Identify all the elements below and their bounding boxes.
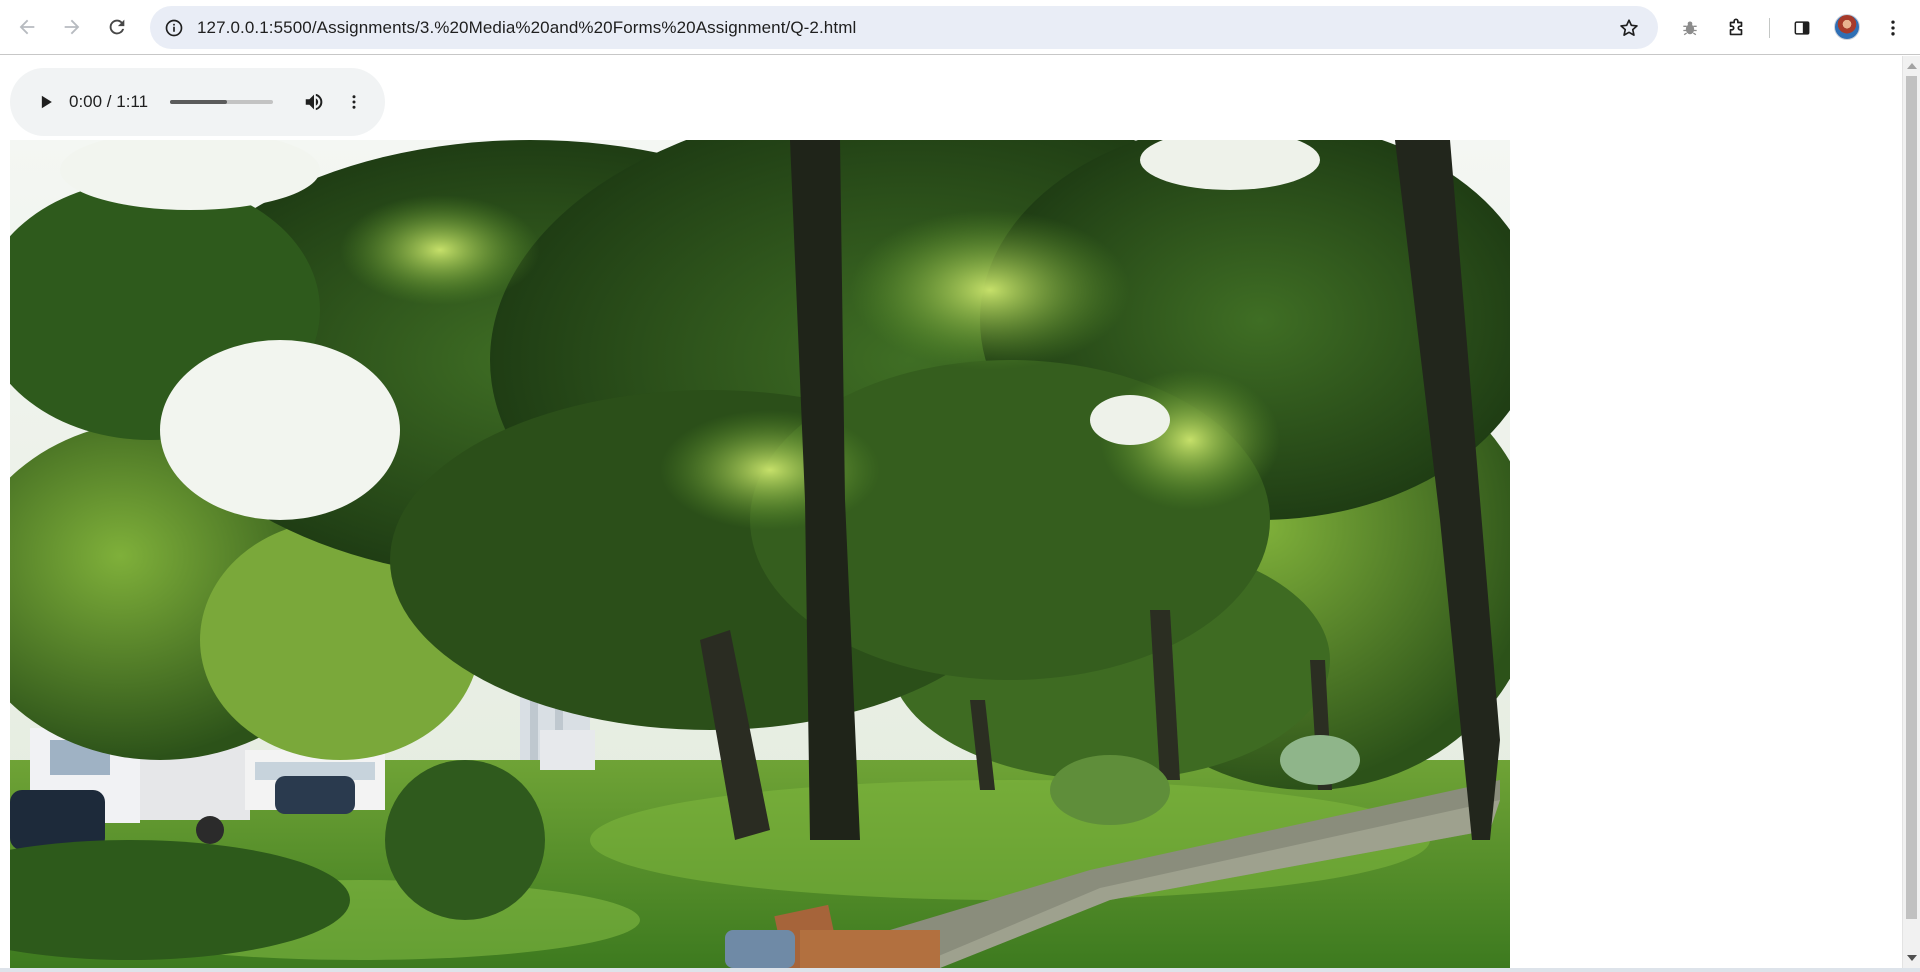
back-button[interactable] [10, 10, 44, 44]
window-bottom-edge [0, 968, 1920, 972]
address-bar[interactable]: 127.0.0.1:5500/Assignments/3.%20Media%20… [150, 6, 1658, 49]
side-panel-button[interactable] [1785, 11, 1819, 45]
side-panel-icon [1794, 21, 1810, 35]
bookmark-button[interactable] [1616, 15, 1642, 41]
play-icon [41, 95, 52, 109]
scroll-down-arrow-icon[interactable] [1907, 955, 1917, 961]
forward-button[interactable] [55, 10, 89, 44]
video-player[interactable] [10, 140, 1510, 968]
page-scrollbar[interactable] [1902, 56, 1920, 968]
volume-icon [305, 93, 323, 111]
info-icon [165, 19, 182, 36]
star-icon [1620, 19, 1638, 36]
audio-player[interactable]: 0:00 / 1:11 [10, 68, 385, 136]
extensions-button[interactable] [1719, 11, 1753, 45]
more-options-icon [352, 95, 356, 109]
audio-more-options-button[interactable] [344, 88, 364, 116]
url-text[interactable]: 127.0.0.1:5500/Assignments/3.%20Media%20… [197, 18, 856, 38]
scroll-up-arrow-icon[interactable] [1907, 63, 1917, 69]
kebab-menu-icon [1891, 20, 1895, 36]
site-info-button[interactable] [158, 12, 189, 43]
scrollbar-thumb[interactable] [1906, 76, 1917, 919]
volume-button[interactable] [300, 88, 328, 116]
puzzle-icon [1729, 18, 1743, 36]
forward-arrow-icon [64, 19, 80, 35]
reload-icon [109, 19, 125, 35]
audio-time: 0:00 / 1:11 [69, 92, 149, 111]
audio-progress-slider[interactable] [170, 100, 273, 104]
page-viewport: 0:00 / 1:11 [0, 56, 1902, 968]
avatar[interactable] [1834, 14, 1860, 40]
back-arrow-icon [19, 19, 35, 35]
park-scene-image [10, 140, 1510, 968]
toolbar-divider [1769, 18, 1770, 38]
browser-menu-button[interactable] [1876, 11, 1910, 45]
reload-button[interactable] [100, 10, 134, 44]
extension-bug-button[interactable] [1673, 11, 1707, 45]
play-button[interactable] [32, 88, 60, 116]
browser-toolbar: 127.0.0.1:5500/Assignments/3.%20Media%20… [0, 0, 1920, 55]
bug-icon [1683, 21, 1697, 36]
audio-progress-fill [170, 100, 227, 104]
